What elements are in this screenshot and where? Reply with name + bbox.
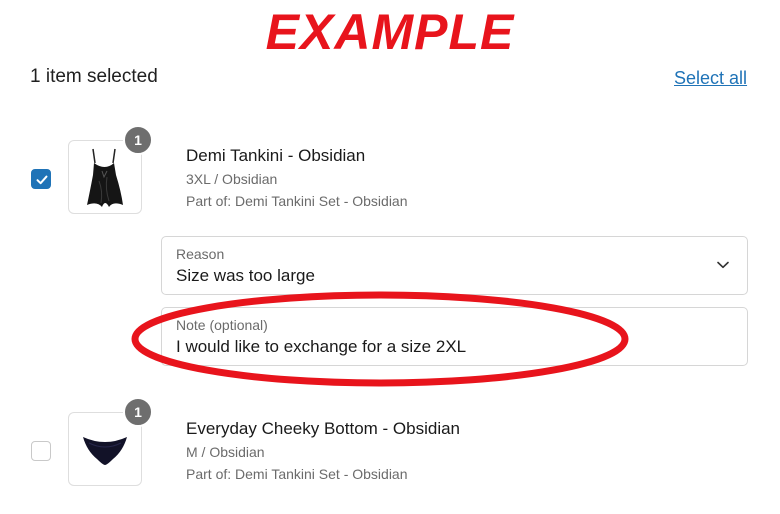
example-banner: EXAMPLE xyxy=(265,4,515,60)
select-all-link[interactable]: Select all xyxy=(674,68,747,89)
item-1-quantity-badge: 1 xyxy=(123,125,153,155)
note-value: I would like to exchange for a size 2XL xyxy=(176,337,467,356)
note-field[interactable]: Note (optional) I would like to exchange… xyxy=(161,307,748,366)
note-label: Note (optional) xyxy=(176,317,268,333)
item-2-variant: M / Obsidian xyxy=(186,444,265,460)
item-1-thumbnail: 1 xyxy=(68,125,153,214)
item-2-checkbox[interactable] xyxy=(31,441,51,461)
item-2-part-of: Part of: Demi Tankini Set - Obsidian xyxy=(186,466,408,482)
item-1-part-of: Part of: Demi Tankini Set - Obsidian xyxy=(186,193,408,209)
item-2-thumbnail: 1 xyxy=(68,397,153,486)
item-1-title: Demi Tankini - Obsidian xyxy=(186,146,366,165)
item-1-variant: 3XL / Obsidian xyxy=(186,171,278,187)
checkmark-icon xyxy=(36,175,48,185)
reason-value: Size was too large xyxy=(176,266,315,285)
selected-count-text: 1 item selected xyxy=(30,66,158,87)
reason-label: Reason xyxy=(176,246,225,262)
chevron-down-icon xyxy=(717,261,729,269)
reason-select[interactable]: Reason Size was too large xyxy=(161,236,748,295)
item-2-title: Everyday Cheeky Bottom - Obsidian xyxy=(186,419,461,438)
item-1-checkbox[interactable] xyxy=(31,169,51,189)
item-2-quantity-badge: 1 xyxy=(123,397,153,427)
